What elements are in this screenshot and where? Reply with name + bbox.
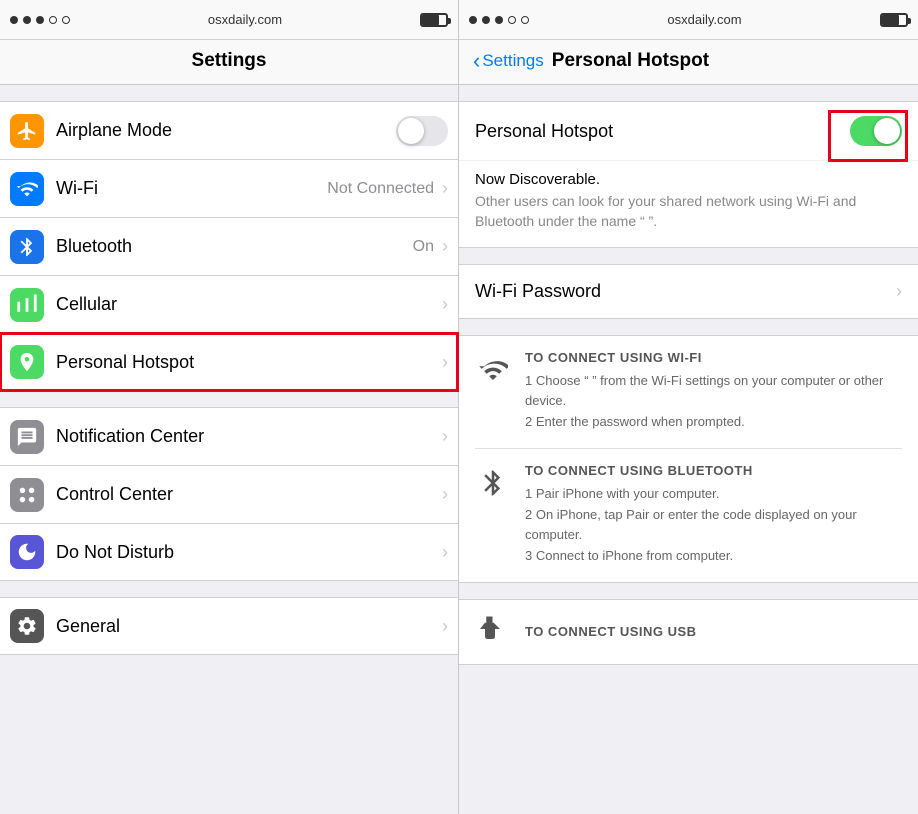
right-nav-header: ‹ Settings Personal Hotspot (459, 40, 918, 85)
right-page-title: Personal Hotspot (552, 50, 709, 72)
wifi-instr-step1: 1 Choose “ ” from the Wi-Fi settings on … (525, 371, 902, 410)
bt-instr-title: TO CONNECT USING BLUETOOTH (525, 463, 902, 478)
wifi-chevron: › (442, 178, 448, 199)
rdot2 (482, 16, 490, 24)
dot2 (23, 16, 31, 24)
rdot5 (521, 16, 529, 24)
settings-section-2: Notification Center › Control Center › (0, 407, 458, 581)
rdot4 (508, 16, 516, 24)
notification-chevron: › (442, 426, 448, 447)
wifi-label: Wi-Fi (56, 178, 327, 199)
airplane-toggle[interactable] (396, 116, 448, 146)
bluetooth-value: On (413, 238, 434, 256)
general-row[interactable]: General › (0, 597, 458, 655)
left-panel: osxdaily.com Settings Airplane Mode (0, 0, 459, 814)
right-content: Personal Hotspot Now Discoverable. Other… (459, 85, 918, 814)
bt-instr-step1: 1 Pair iPhone with your computer. (525, 484, 902, 504)
dot3 (36, 16, 44, 24)
hotspot-label: Personal Hotspot (56, 352, 440, 373)
right-battery-fill (882, 15, 899, 25)
notification-label: Notification Center (56, 426, 440, 447)
usb-icon (475, 614, 511, 650)
wifi-password-section: Wi-Fi Password › (459, 264, 918, 319)
hotspot-chevron: › (442, 352, 448, 373)
hotspot-toggle-section: Personal Hotspot Now Discoverable. Other… (459, 101, 918, 248)
discoverable-title: Now Discoverable. (475, 171, 902, 188)
control-center-label: Control Center (56, 484, 440, 505)
left-nav-header: Settings (0, 40, 458, 85)
right-battery (880, 13, 908, 27)
bluetooth-row[interactable]: Bluetooth On › (0, 217, 458, 275)
wifi-instr-text: TO CONNECT USING WI-FI 1 Choose “ ” from… (525, 350, 902, 434)
bluetooth-label: Bluetooth (56, 236, 413, 257)
battery-fill (422, 15, 439, 25)
do-not-disturb-label: Do Not Disturb (56, 542, 440, 563)
dot1 (10, 16, 18, 24)
notification-row[interactable]: Notification Center › (0, 407, 458, 465)
hotspot-main-row: Personal Hotspot (459, 102, 918, 160)
notification-icon (10, 420, 44, 454)
bt-instr-text: TO CONNECT USING BLUETOOTH 1 Pair iPhone… (525, 463, 902, 568)
do-not-disturb-icon (10, 535, 44, 569)
do-not-disturb-row[interactable]: Do Not Disturb › (0, 523, 458, 581)
back-chevron-icon: ‹ (473, 50, 480, 72)
dot4 (49, 16, 57, 24)
back-label: Settings (482, 51, 543, 71)
discoverable-desc: Other users can look for your shared net… (475, 192, 902, 231)
instructions-section: TO CONNECT USING WI-FI 1 Choose “ ” from… (459, 335, 918, 583)
instr-wifi-icon (475, 352, 511, 388)
back-button[interactable]: ‹ Settings (473, 50, 544, 72)
cellular-chevron: › (442, 294, 448, 315)
settings-section-1: Airplane Mode Wi-Fi Not Connected › Blue… (0, 101, 458, 391)
instr-bluetooth-icon (475, 465, 511, 501)
right-panel: osxdaily.com ‹ Settings Personal Hotspot… (459, 0, 918, 814)
wifi-password-label: Wi-Fi Password (475, 281, 894, 302)
status-dots (10, 16, 70, 24)
general-label: General (56, 616, 440, 637)
cellular-icon (10, 288, 44, 322)
wifi-value: Not Connected (327, 180, 434, 198)
bt-instr-step3: 3 Connect to iPhone from computer. (525, 546, 902, 566)
control-center-icon (10, 478, 44, 512)
right-status-bar: osxdaily.com (459, 0, 918, 40)
usb-title: TO CONNECT USING USB (525, 624, 697, 639)
wifi-icon (10, 172, 44, 206)
rdot3 (495, 16, 503, 24)
right-status-dots (469, 16, 529, 24)
airplane-icon (10, 114, 44, 148)
left-status-bar: osxdaily.com (0, 0, 458, 40)
airplane-label: Airplane Mode (56, 120, 396, 141)
wifi-instruction: TO CONNECT USING WI-FI 1 Choose “ ” from… (475, 336, 902, 449)
general-icon (10, 609, 44, 643)
settings-section-3: General › (0, 597, 458, 655)
wifi-password-row[interactable]: Wi-Fi Password › (459, 265, 918, 318)
control-center-row[interactable]: Control Center › (0, 465, 458, 523)
bluetooth-chevron: › (442, 236, 448, 257)
left-url: osxdaily.com (208, 12, 282, 27)
wifi-instr-step2: 2 Enter the password when prompted. (525, 412, 902, 432)
bluetooth-icon (10, 230, 44, 264)
rdot1 (469, 16, 477, 24)
control-center-chevron: › (442, 484, 448, 505)
hotspot-icon (10, 345, 44, 379)
wifi-password-chevron: › (896, 281, 902, 302)
cellular-row[interactable]: Cellular › (0, 275, 458, 333)
left-battery (420, 13, 448, 27)
airplane-mode-row[interactable]: Airplane Mode (0, 101, 458, 159)
bluetooth-instruction: TO CONNECT USING BLUETOOTH 1 Pair iPhone… (475, 449, 902, 582)
usb-section: TO CONNECT USING USB (459, 599, 918, 665)
cellular-label: Cellular (56, 294, 440, 315)
hotspot-discoverable: Now Discoverable. Other users can look f… (459, 160, 918, 247)
bt-instr-step2: 2 On iPhone, tap Pair or enter the code … (525, 505, 902, 544)
dot5 (62, 16, 70, 24)
wifi-instr-title: TO CONNECT USING WI-FI (525, 350, 902, 365)
wifi-row[interactable]: Wi-Fi Not Connected › (0, 159, 458, 217)
right-url: osxdaily.com (667, 12, 741, 27)
do-not-disturb-chevron: › (442, 542, 448, 563)
left-title: Settings (192, 50, 267, 71)
hotspot-main-label: Personal Hotspot (475, 121, 850, 142)
general-chevron: › (442, 616, 448, 637)
personal-hotspot-row[interactable]: Personal Hotspot › (0, 333, 458, 391)
hotspot-toggle[interactable] (850, 116, 902, 146)
